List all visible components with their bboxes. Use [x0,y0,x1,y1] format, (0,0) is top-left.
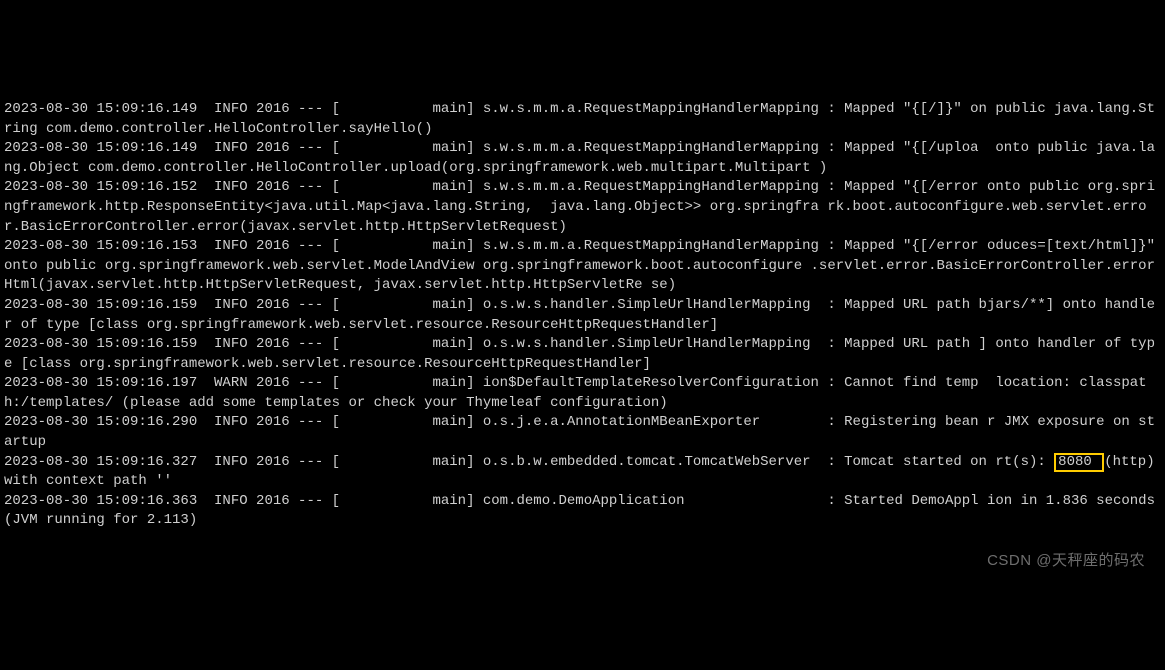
log-line: 2023-08-30 15:09:16.153 INFO 2016 --- [ … [4,238,1163,293]
port-highlight: 8080 [1054,453,1104,472]
log-prefix: 2023-08-30 15:09:16.327 INFO 2016 --- [ … [4,454,1054,470]
log-line: 2023-08-30 15:09:16.159 INFO 2016 --- [ … [4,297,1155,333]
log-line: 2023-08-30 15:09:16.152 INFO 2016 --- [ … [4,179,1155,234]
terminal-output: 2023-08-30 15:09:16.149 INFO 2016 --- [ … [0,78,1165,533]
log-line: 2023-08-30 15:09:16.197 WARN 2016 --- [ … [4,375,1147,411]
watermark: CSDN @天秤座的码农 [987,550,1145,571]
log-line: 2023-08-30 15:09:16.327 INFO 2016 --- [ … [4,454,1163,490]
log-line: 2023-08-30 15:09:16.290 INFO 2016 --- [ … [4,414,1155,450]
log-line: 2023-08-30 15:09:16.363 INFO 2016 --- [ … [4,493,1163,529]
log-line: 2023-08-30 15:09:16.149 INFO 2016 --- [ … [4,140,1155,176]
log-line: 2023-08-30 15:09:16.149 INFO 2016 --- [ … [4,101,1155,137]
log-line: 2023-08-30 15:09:16.159 INFO 2016 --- [ … [4,336,1155,372]
